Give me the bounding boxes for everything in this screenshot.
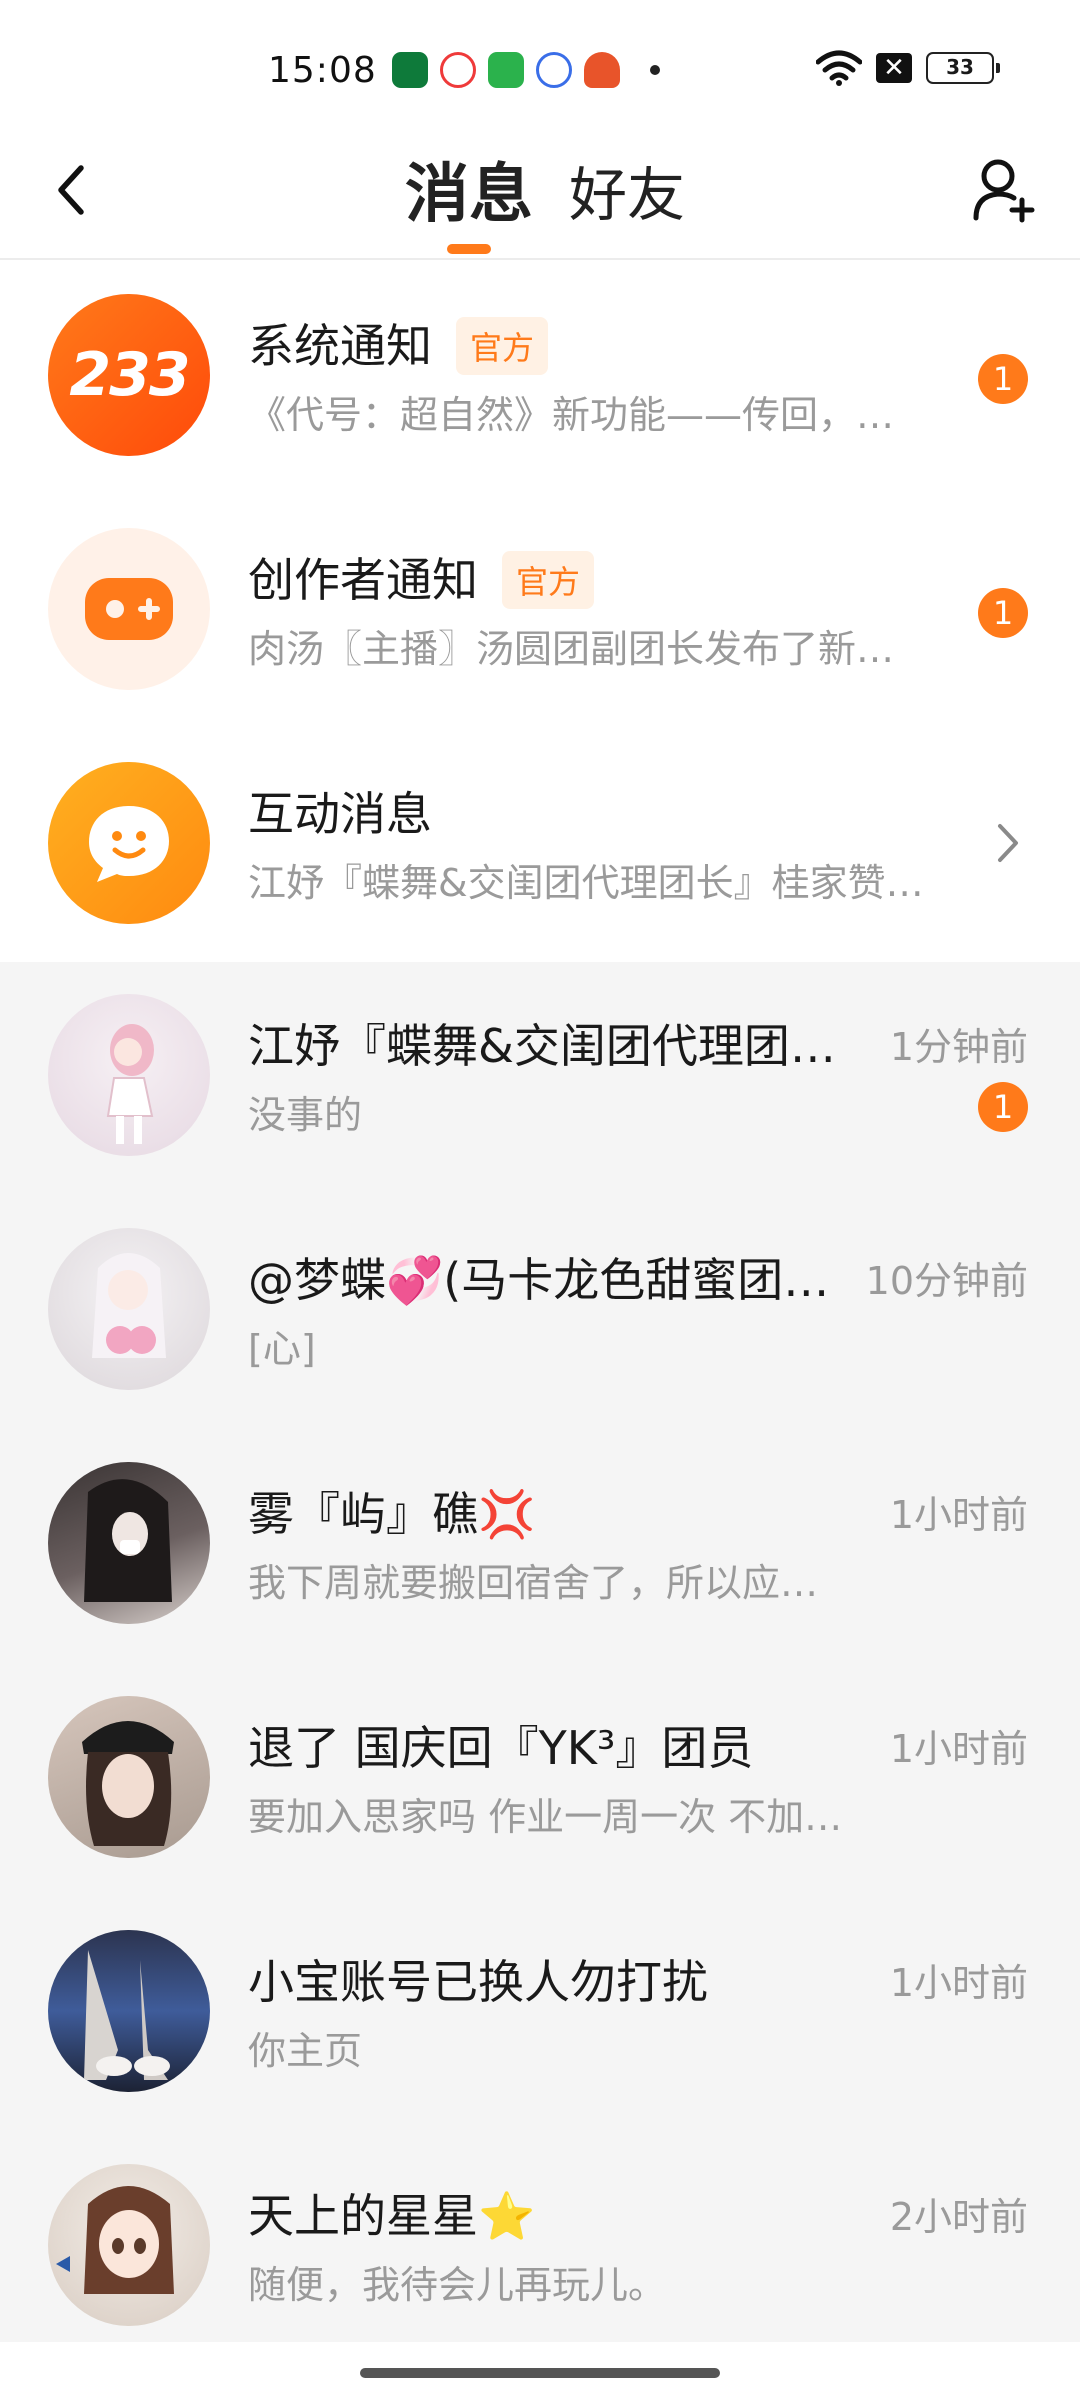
avatar (48, 1228, 210, 1390)
tab-indicator (446, 244, 491, 254)
game-app-icon (584, 52, 620, 88)
shopping-app-icon (488, 52, 524, 88)
chat-row[interactable]: 小宝账号已换人勿打扰 你主页 1小时前 (0, 1898, 1080, 2132)
row-subtitle: 江妤『蝶舞&交闺团代理团长』桂家赞… (248, 861, 924, 905)
system-notifications: 233 系统通知 官方 《代号：超自然》新功能——传回，… 1 创作者通知 官方 肉… (0, 262, 1080, 962)
chat-time: 1分钟前 (889, 1025, 1028, 1069)
row-title: 创作者通知 官方 (248, 544, 595, 613)
chat-bubble-smile-icon (48, 762, 210, 924)
video-app-icon (440, 52, 476, 88)
wifi-icon (816, 50, 862, 86)
chat-message: [心] (248, 1327, 316, 1371)
interaction-notice-row[interactable]: 互动消息 江妤『蝶舞&交闺团代理团长』桂家赞… (0, 730, 1080, 964)
avatar (48, 2164, 210, 2326)
chat-time: 10分钟前 (865, 1259, 1028, 1303)
row-title: 系统通知 官方 (248, 310, 549, 379)
chat-name: 江妤『蝶舞&交闺团代理团… (248, 1019, 836, 1073)
chat-list: 江妤『蝶舞&交闺团代理团… 没事的 1分钟前 1 @梦蝶💞(马卡龙色甜蜜团… [… (0, 962, 1080, 2342)
chat-name: 雾『屿』礁💢 (248, 1487, 536, 1541)
chat-name: 退了 国庆回『YK³』团员 (248, 1721, 754, 1775)
more-notifications-icon (650, 65, 660, 75)
row-title-text: 系统通知 (248, 319, 432, 373)
chat-name: 小宝账号已换人勿打扰 (248, 1955, 708, 2009)
chat-time: 1小时前 (889, 1727, 1028, 1771)
chat-time: 2小时前 (889, 2195, 1028, 2239)
header: 消息 好友 (0, 130, 1080, 260)
chat-time: 1小时前 (889, 1961, 1028, 2005)
chat-message: 要加入思家吗 作业一周一次 不加… (248, 1795, 843, 1839)
chat-message: 你主页 (248, 2029, 363, 2073)
tab-messages[interactable]: 消息 (405, 130, 533, 260)
avatar (48, 994, 210, 1156)
tab-bar: 消息 好友 (0, 130, 1080, 260)
unread-badge: 1 (978, 1082, 1028, 1132)
avatar (48, 1462, 210, 1624)
creator-notice-row[interactable]: 创作者通知 官方 肉汤〖主播〗汤圆团副团长发布了新… 1 (0, 496, 1080, 730)
chat-row[interactable]: @梦蝶💞(马卡龙色甜蜜团… [心] 10分钟前 (0, 1196, 1080, 1430)
tab-friends-label: 好友 (568, 161, 685, 229)
oppo-app-icon (392, 52, 428, 88)
chevron-right-icon (998, 824, 1018, 862)
official-badge: 官方 (456, 316, 549, 375)
chat-message: 没事的 (248, 1093, 363, 1137)
chat-row[interactable]: 天上的星星⭐ 随便，我待会儿再玩儿。 2小时前 (0, 2132, 1080, 2366)
row-subtitle: 肉汤〖主播〗汤圆团副团长发布了新… (248, 627, 895, 671)
chat-time: 1小时前 (889, 1493, 1028, 1537)
no-sim-icon: ✕ (876, 53, 912, 83)
chat-row[interactable]: 雾『屿』礁💢 我下周就要搬回宿舍了，所以应… 1小时前 (0, 1430, 1080, 1664)
baidu-app-icon (536, 52, 572, 88)
logo-text: 233 (69, 340, 190, 410)
unread-badge: 1 (978, 588, 1028, 638)
row-title: 互动消息 (248, 787, 432, 841)
chat-name: @梦蝶💞(马卡龙色甜蜜团… (248, 1253, 830, 1307)
row-title-text: 创作者通知 (248, 553, 478, 607)
status-bar: 15:08 ✕ 33 (0, 0, 1080, 130)
avatar (48, 1696, 210, 1858)
add-friend-button[interactable] (964, 150, 1044, 230)
notification-icons (392, 52, 660, 88)
avatar (48, 1930, 210, 2092)
tab-messages-label: 消息 (404, 158, 533, 232)
row-subtitle: 《代号：超自然》新功能——传回，… (248, 393, 895, 437)
chat-name: 天上的星星⭐ (248, 2189, 536, 2243)
official-badge: 官方 (502, 550, 595, 609)
chat-row[interactable]: 江妤『蝶舞&交闺团代理团… 没事的 1分钟前 1 (0, 962, 1080, 1196)
gamepad-icon (48, 528, 210, 690)
tab-friends[interactable]: 好友 (569, 130, 685, 260)
chat-message: 我下周就要搬回宿舍了，所以应… (248, 1561, 819, 1605)
add-friend-icon (973, 159, 1035, 223)
battery-icon: 33 (926, 52, 1000, 84)
chat-row[interactable]: 退了 国庆回『YK³』团员 要加入思家吗 作业一周一次 不加… 1小时前 (0, 1664, 1080, 1898)
unread-badge: 1 (978, 354, 1028, 404)
chat-message: 随便，我待会儿再玩儿。 (248, 2263, 667, 2307)
home-indicator[interactable] (360, 2368, 720, 2378)
system-notice-row[interactable]: 233 系统通知 官方 《代号：超自然》新功能——传回，… 1 (0, 262, 1080, 496)
status-time: 15:08 (268, 50, 377, 91)
status-right: ✕ 33 (816, 50, 1000, 86)
233-logo-icon: 233 (48, 294, 210, 456)
